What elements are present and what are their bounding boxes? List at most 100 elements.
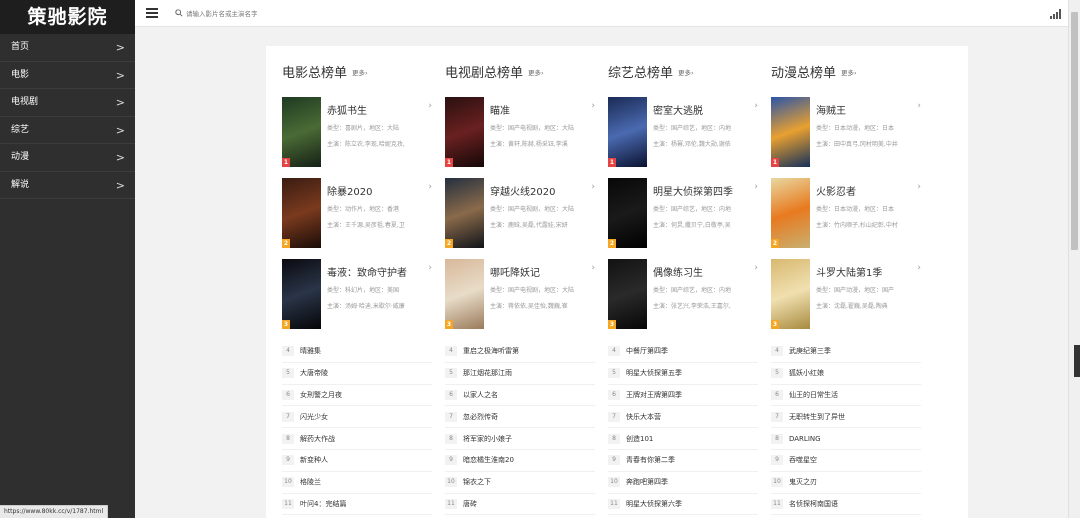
list-item[interactable]: 6 以家人之名 [445,385,595,407]
list-item-title[interactable]: 武庚纪第三季 [789,346,831,356]
list-item-title[interactable]: 解药大作战 [300,434,335,444]
list-item-title[interactable]: 重启之极海听雷第 [463,346,519,356]
top-ranked-item[interactable]: 1 海贼王 › 类型：日本动漫，地区：日本 主演：田中真弓,冈村明美,中井 [771,97,921,167]
list-item[interactable]: 7 闪光少女 [282,406,432,429]
page-scrollbar[interactable] [1068,0,1080,518]
side-tab[interactable] [1074,345,1080,377]
item-title[interactable]: 除暴2020 [327,183,372,198]
item-title[interactable]: 火影忍者 [816,183,856,198]
list-item[interactable]: 5 明星大侦探第五季 [608,363,758,385]
chevron-right-icon[interactable]: › [428,263,432,273]
more-link[interactable]: 更多› [528,69,544,77]
list-item-title[interactable]: 吞噬星空 [789,455,817,465]
item-title[interactable]: 毒液：致命守护者 [327,264,407,279]
top-ranked-item[interactable]: 3 偶像练习生 › 类型：国产综艺，地区：内地 主演：张艺兴,李荣浩,王嘉尔, [608,259,758,329]
list-item-title[interactable]: 青春有你第二季 [626,455,675,465]
list-item[interactable]: 10 奔跑吧第四季 [608,472,758,494]
list-item[interactable]: 6 仙王的日常生活 [771,385,921,407]
more-link[interactable]: 更多› [678,69,694,77]
list-item[interactable]: 5 狐妖小红娘 [771,363,921,385]
sidebar-item[interactable]: 动漫 > [0,144,135,172]
list-item[interactable]: 9 新变种人 [282,450,432,472]
item-title[interactable]: 偶像练习生 [653,264,703,279]
item-title[interactable]: 密室大逃脱 [653,102,703,117]
sidebar-item[interactable]: 解说 > [0,172,135,199]
list-item-title[interactable]: 格陵兰 [300,477,321,487]
list-item-title[interactable]: 明星大侦探第六季 [626,499,682,509]
top-ranked-item[interactable]: 1 赤狐书生 › 类型：喜剧片，地区：大陆 主演：陈立农,李现,哈妮克孜, [282,97,432,167]
list-item-title[interactable]: 狐妖小红娘 [789,368,824,378]
list-item-title[interactable]: 奔跑吧第四季 [626,477,668,487]
list-item-title[interactable]: 唐砖 [463,499,477,509]
poster-image[interactable]: 1 [282,97,321,167]
list-item-title[interactable]: 闪光少女 [300,412,328,422]
chevron-right-icon[interactable]: › [754,101,758,111]
list-item[interactable]: 11 明星大侦探第六季 [608,494,758,516]
list-item[interactable]: 11 名侦探柯南国语 [771,494,921,516]
poster-image[interactable]: 2 [282,178,321,248]
chevron-right-icon[interactable]: › [754,263,758,273]
list-item-title[interactable]: 中餐厅第四季 [626,346,668,356]
chevron-right-icon[interactable]: › [428,101,432,111]
more-link[interactable]: 更多› [352,69,368,77]
chevron-right-icon[interactable]: › [428,182,432,192]
top-ranked-item[interactable]: 2 明星大侦探第四季 › 类型：国产综艺，地区：内地 主演：何炅,撒贝宁,白敬亭,吴 [608,178,758,248]
list-item[interactable]: 11 唐砖 [445,494,595,516]
item-title[interactable]: 赤狐书生 [327,102,367,117]
list-item-title[interactable]: 创造101 [626,434,653,444]
list-item-title[interactable]: 大唐帝陵 [300,368,328,378]
poster-image[interactable]: 3 [282,259,321,329]
poster-image[interactable]: 2 [771,178,810,248]
list-item[interactable]: 8 DARLING [771,428,921,450]
chevron-right-icon[interactable]: › [591,101,595,111]
list-item-title[interactable]: 那江烟花那江雨 [463,368,512,378]
list-item[interactable]: 4 晴雅集 [282,341,432,363]
item-title[interactable]: 斗罗大陆第1季 [816,264,882,279]
poster-image[interactable]: 3 [771,259,810,329]
item-title[interactable]: 哪吒降妖记 [490,264,540,279]
list-item-title[interactable]: 仙王的日常生活 [789,390,838,400]
list-item-title[interactable]: 暗恋橘生淮南20 [463,455,514,465]
list-item[interactable]: 7 忽必烈传奇 [445,406,595,429]
top-ranked-item[interactable]: 2 除暴2020 › 类型：动作片，地区：香港 主演：王千源,吴彦祖,春夏,卫 [282,178,432,248]
item-title[interactable]: 穿越火线2020 [490,183,555,198]
site-logo[interactable]: 策驰影院 [0,0,135,34]
signal-icon[interactable] [1050,9,1061,19]
list-item[interactable]: 10 鬼灭之刃 [771,472,921,494]
chevron-right-icon[interactable]: › [917,263,921,273]
item-title[interactable]: 明星大侦探第四季 [653,183,733,198]
poster-image[interactable]: 1 [771,97,810,167]
list-item[interactable]: 8 创造101 [608,428,758,450]
list-item-title[interactable]: 明星大侦探第五季 [626,368,682,378]
list-item-title[interactable]: 新变种人 [300,455,328,465]
top-ranked-item[interactable]: 1 密室大逃脱 › 类型：国产综艺，地区：内地 主演：杨幂,邓伦,魏大勋,谢依 [608,97,758,167]
poster-image[interactable]: 1 [608,97,647,167]
top-ranked-item[interactable]: 3 哪吒降妖记 › 类型：国产电视剧，地区：大陆 主演：蒋依依,吴佳怡,魏巍,崔 [445,259,595,329]
chevron-right-icon[interactable]: › [591,182,595,192]
search-input[interactable] [186,6,446,21]
list-item[interactable]: 8 将军家的小娘子 [445,428,595,450]
chevron-right-icon[interactable]: › [917,182,921,192]
chevron-right-icon[interactable]: › [591,263,595,273]
more-link[interactable]: 更多› [841,69,857,77]
list-item[interactable]: 11 叶问4：完结篇 [282,494,432,516]
list-item[interactable]: 5 那江烟花那江雨 [445,363,595,385]
list-item[interactable]: 10 锦衣之下 [445,472,595,494]
list-item-title[interactable]: 鬼灭之刃 [789,477,817,487]
item-title[interactable]: 海贼王 [816,102,846,117]
list-item[interactable]: 4 中餐厅第四季 [608,341,758,363]
list-item[interactable]: 9 吞噬星空 [771,450,921,472]
list-item[interactable]: 8 解药大作战 [282,428,432,450]
list-item-title[interactable]: 王牌对王牌第四季 [626,390,682,400]
list-item[interactable]: 9 青春有你第二季 [608,450,758,472]
sidebar-item[interactable]: 电影 > [0,62,135,89]
list-item[interactable]: 10 格陵兰 [282,472,432,494]
sidebar-item[interactable]: 首页 > [0,34,135,62]
search-icon[interactable] [175,9,183,17]
top-ranked-item[interactable]: 1 瞄准 › 类型：国产电视剧，地区：大陆 主演：黄轩,陈赫,杨采钰,李溪 [445,97,595,167]
list-item[interactable]: 7 无职转生到了异世 [771,406,921,429]
poster-image[interactable]: 3 [445,259,484,329]
poster-image[interactable]: 2 [608,178,647,248]
poster-image[interactable]: 2 [445,178,484,248]
chevron-right-icon[interactable]: › [917,101,921,111]
